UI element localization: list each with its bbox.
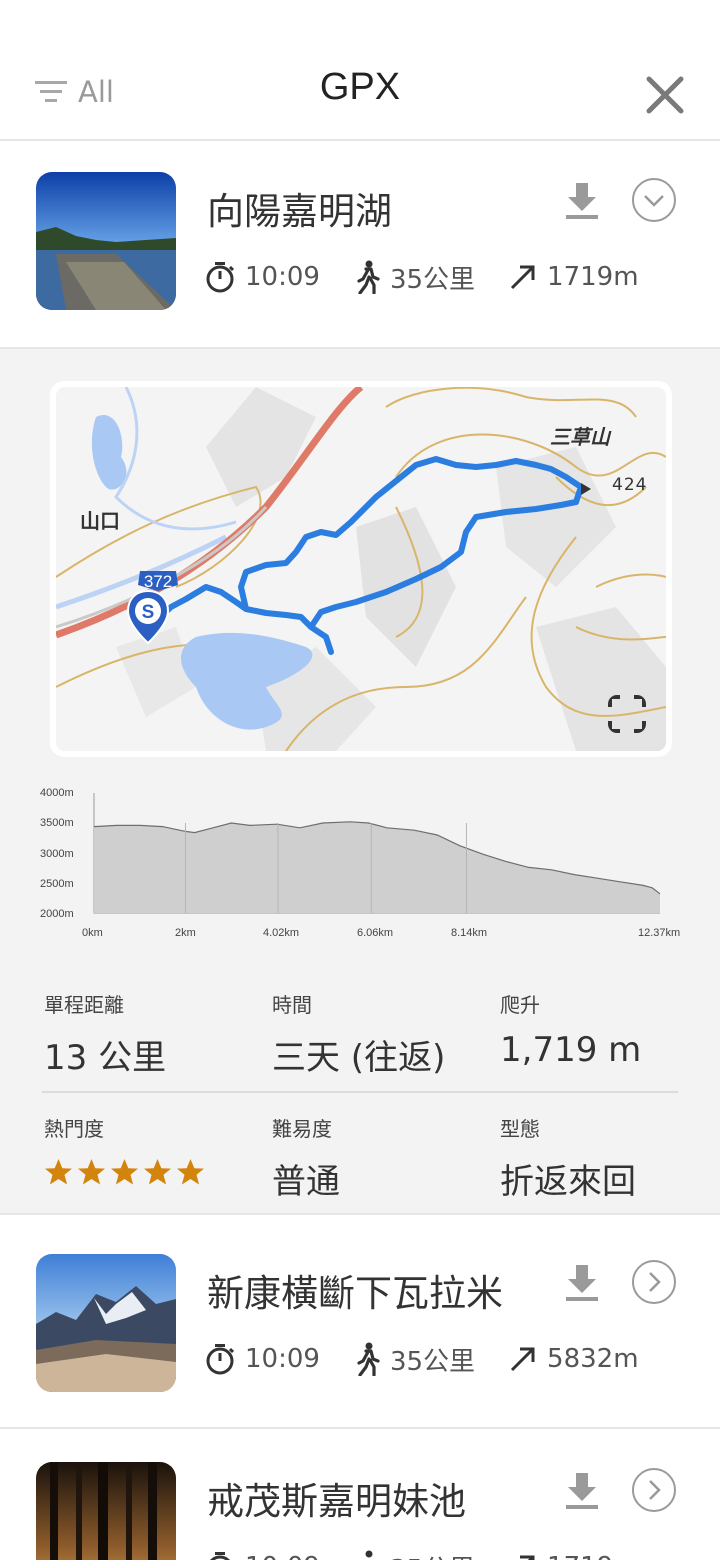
- distance-stat: 35公里: [354, 259, 475, 296]
- ascent-value: 1719m: [547, 262, 639, 292]
- time-info-value: 三天 (往返): [272, 1038, 446, 1078]
- climb-info-value: 1,719 m: [500, 1030, 642, 1070]
- y-tick-label: 4000m: [40, 787, 74, 799]
- distance-stat: 35公里: [354, 1341, 475, 1378]
- distance-info: 單程距離 13 公里: [44, 989, 254, 1079]
- elevation-chart: 4000m 3500m 3000m 2500m 2000m 0km 2km 4.…: [40, 787, 700, 947]
- route-map[interactable]: 372 S 三草山 424 山口: [50, 381, 672, 757]
- elevation-area: [94, 821, 660, 913]
- duration-stat: 10:09: [205, 1551, 320, 1560]
- close-icon[interactable]: [644, 74, 686, 116]
- climb-info: 爬升 1,719 m: [500, 989, 710, 1070]
- ascent-arrow-icon: [510, 1347, 535, 1372]
- download-icon[interactable]: [562, 181, 602, 221]
- star-icon: [45, 1159, 72, 1185]
- road-number-label: 372: [144, 572, 172, 591]
- popularity-info-label: 熱門度: [44, 1117, 104, 1141]
- walking-icon: [365, 1550, 373, 1558]
- route-card[interactable]: 戒茂斯嘉明妹池 10:09 35公里 1719m: [0, 1431, 720, 1560]
- star-icon: [144, 1159, 171, 1185]
- y-tick-label: 2500m: [40, 878, 74, 890]
- distance-value: 35公里: [389, 264, 476, 295]
- popularity-stars: [44, 1158, 254, 1186]
- distance-value: 35公里: [390, 1549, 475, 1560]
- time-info-label: 時間: [272, 993, 312, 1017]
- stopwatch-icon: [206, 262, 235, 293]
- route-detail-panel: 372 S 三草山 424 山口 4000m 3500m 3000m 2500m…: [0, 347, 720, 1215]
- x-tick-label: 8.14km: [451, 927, 488, 939]
- map-label-peak: 三草山: [550, 425, 610, 449]
- x-tick-label: 6.06km: [357, 927, 394, 939]
- distance-info-label: 單程距離: [44, 993, 124, 1017]
- type-info-label: 型態: [500, 1117, 540, 1141]
- ascent-stat: 1719m: [509, 262, 639, 292]
- x-tick-label: 0km: [82, 927, 103, 939]
- duration-value: 10:09: [245, 262, 320, 292]
- elevation-plot: [93, 793, 661, 914]
- y-tick-label: 3500m: [40, 817, 74, 829]
- x-tick-label: 2km: [175, 927, 196, 939]
- distance-value: 35公里: [389, 1346, 476, 1377]
- difficulty-info: 難易度 普通: [272, 1113, 482, 1203]
- y-tick-label: 2000m: [40, 908, 74, 920]
- chevron-down-icon[interactable]: [631, 177, 677, 223]
- ascent-arrow-icon: [520, 1555, 535, 1560]
- route-name: 新康橫斷下瓦拉米: [207, 1272, 503, 1315]
- download-icon[interactable]: [562, 1263, 602, 1303]
- fullscreen-icon[interactable]: [608, 695, 646, 733]
- type-info: 型態 折返來回: [500, 1113, 710, 1203]
- x-tick-label: 4.02km: [263, 927, 300, 939]
- map-label-place: 山口: [80, 509, 120, 533]
- route-thumbnail-mountain: [36, 1254, 176, 1392]
- ascent-stat: 1719m: [509, 1552, 639, 1560]
- ascent-value: 5832m: [547, 1344, 639, 1374]
- walking-icon: [357, 1342, 380, 1376]
- start-marker-label: S: [142, 602, 155, 623]
- duration-value: 10:09: [245, 1552, 320, 1560]
- route-stats: 10:09 35公里 1719m: [205, 1547, 639, 1560]
- duration-stat: 10:09: [205, 1343, 320, 1375]
- y-tick-label: 3000m: [40, 848, 74, 860]
- climb-info-label: 爬升: [500, 993, 540, 1017]
- app-header: All GPX: [0, 0, 720, 141]
- download-icon[interactable]: [562, 1471, 602, 1511]
- difficulty-info-label: 難易度: [272, 1117, 332, 1141]
- info-divider: [42, 1091, 678, 1093]
- chevron-right-icon[interactable]: [631, 1259, 677, 1305]
- distance-info-value: 13 公里: [44, 1038, 167, 1078]
- duration-stat: 10:09: [205, 261, 320, 293]
- route-card[interactable]: 新康橫斷下瓦拉米 10:09 35公里 5832m: [0, 1217, 720, 1429]
- route-name: 向陽嘉明湖: [207, 190, 392, 233]
- star-icon: [78, 1159, 105, 1185]
- map-label-elevation: 424: [612, 475, 648, 495]
- route-stats: 10:09 35公里 5832m: [205, 1339, 639, 1379]
- route-name: 戒茂斯嘉明妹池: [207, 1480, 466, 1523]
- route-card[interactable]: 向陽嘉明湖 10:09 35公里 1719m: [0, 141, 720, 347]
- star-icon: [177, 1159, 204, 1185]
- x-tick-label: 12.37km: [638, 927, 681, 939]
- page-title: GPX: [319, 66, 401, 108]
- walking-icon: [357, 260, 380, 294]
- stopwatch-icon: [209, 1552, 231, 1560]
- ascent-value: 1719m: [547, 1552, 639, 1560]
- route-thumbnail-lake: [36, 172, 176, 310]
- duration-value: 10:09: [245, 1344, 320, 1374]
- time-info: 時間 三天 (往返): [272, 989, 482, 1079]
- route-thumbnail-forest: [36, 1462, 176, 1560]
- stopwatch-icon: [206, 1344, 235, 1375]
- ascent-stat: 5832m: [509, 1344, 639, 1374]
- type-info-value: 折返來回: [500, 1162, 636, 1202]
- difficulty-info-value: 普通: [272, 1162, 340, 1202]
- route-stats: 10:09 35公里 1719m: [205, 257, 639, 297]
- popularity-info: 熱門度: [44, 1113, 254, 1186]
- chevron-right-icon[interactable]: [631, 1467, 677, 1513]
- star-icon: [111, 1159, 138, 1185]
- ascent-arrow-icon: [510, 265, 535, 290]
- distance-stat: 35公里: [354, 1549, 475, 1560]
